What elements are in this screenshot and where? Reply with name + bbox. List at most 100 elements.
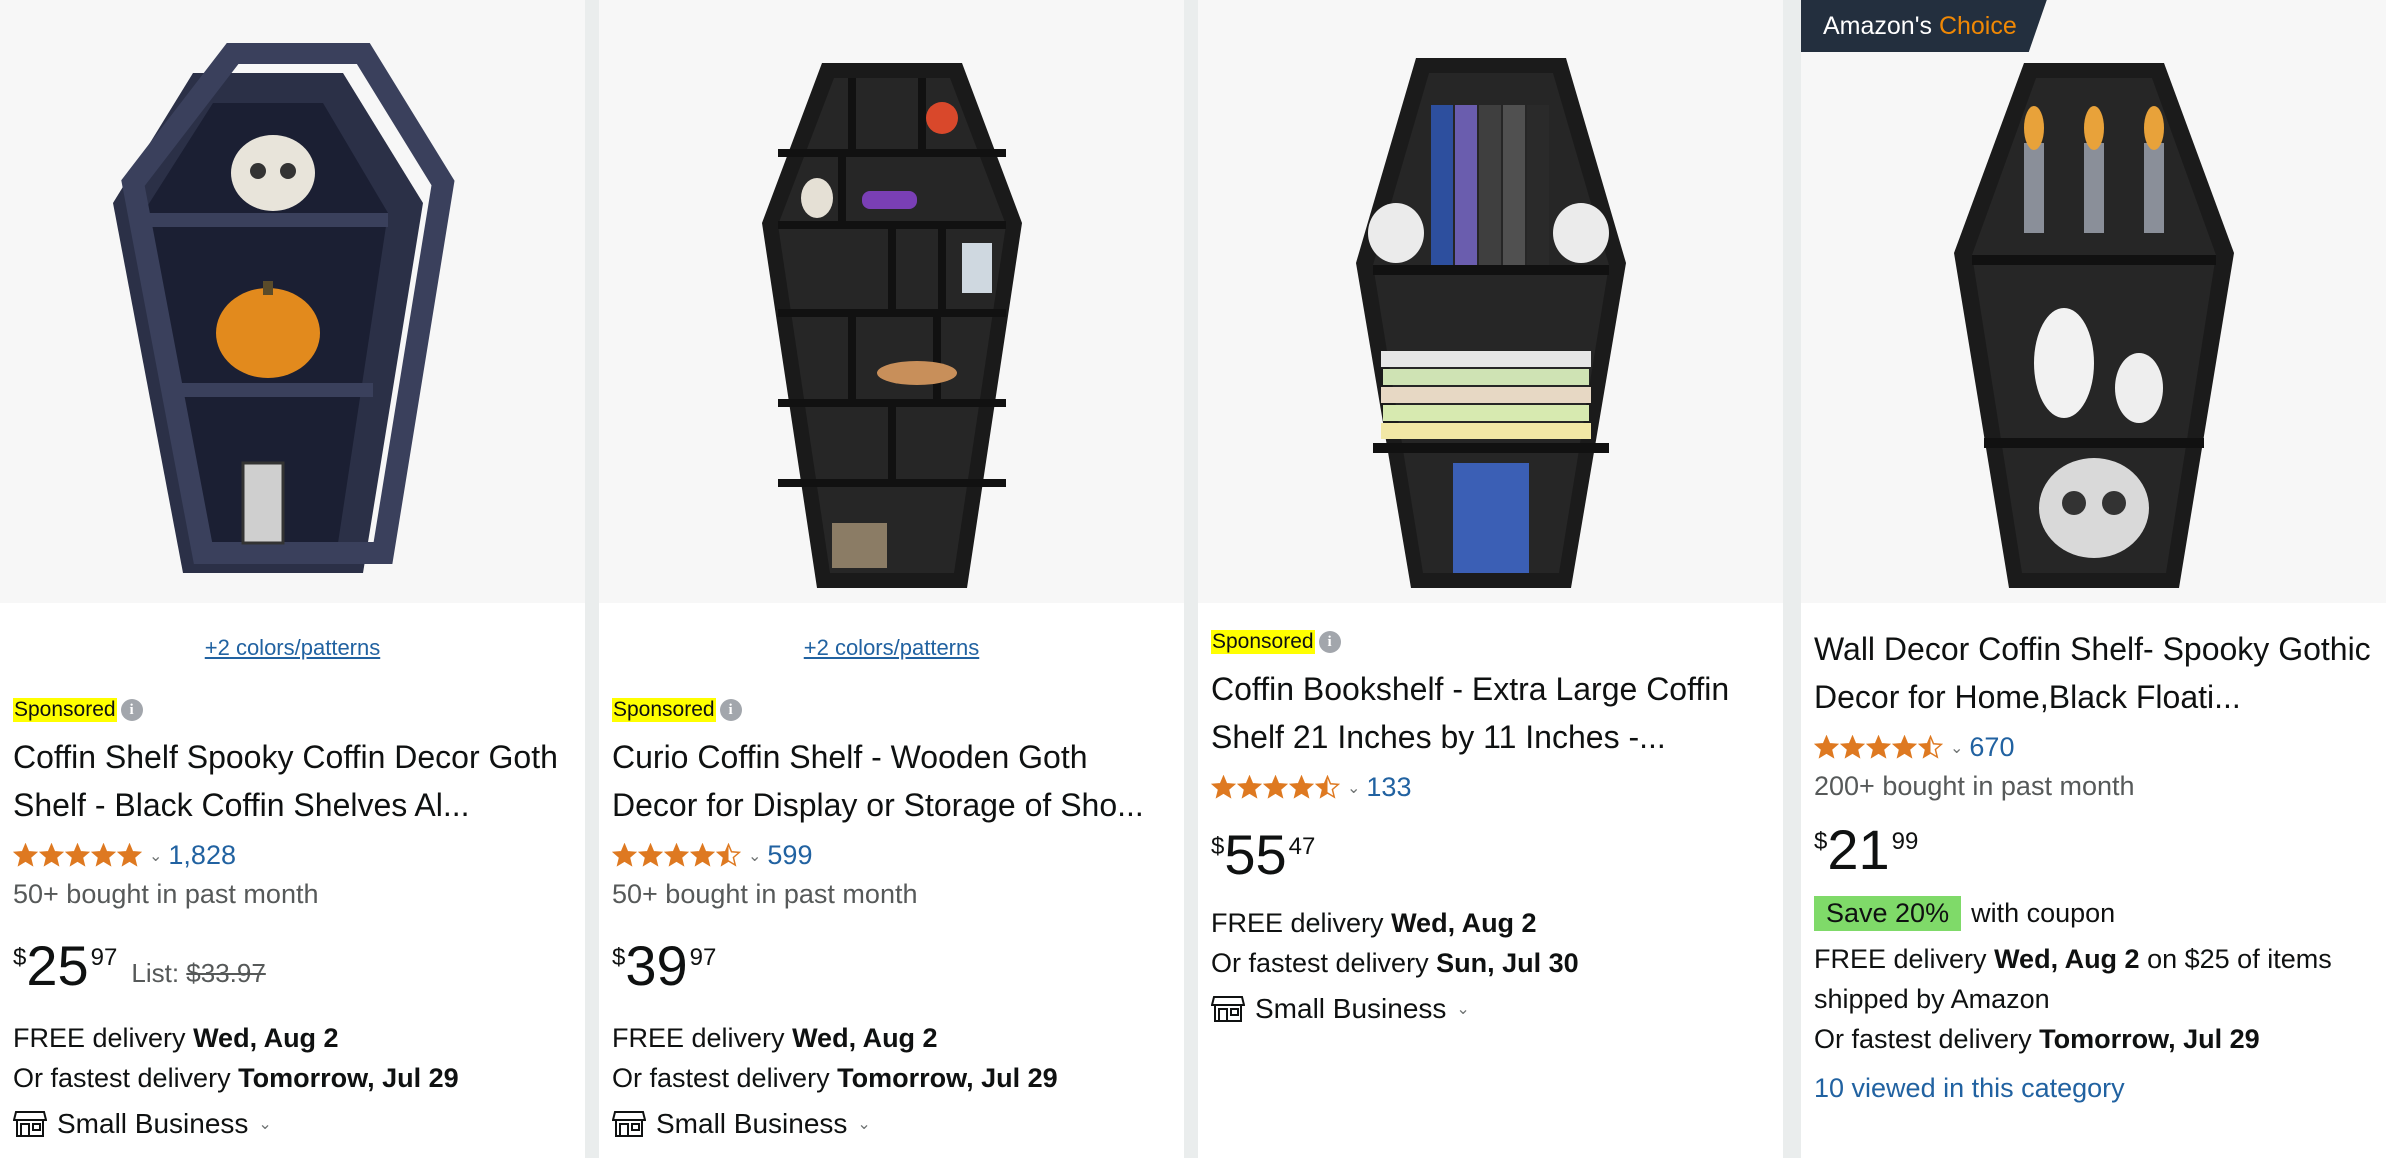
star-icon <box>1237 774 1262 799</box>
rating-count[interactable]: 133 <box>1366 772 1411 803</box>
price-symbol: $ <box>612 944 626 971</box>
fastest-date: Tomorrow, Jul 29 <box>837 1063 1058 1093</box>
product-title[interactable]: Coffin Shelf Spooky Coffin Decor Goth Sh… <box>13 733 572 829</box>
info-icon[interactable]: i <box>120 699 143 721</box>
price[interactable]: $ 55 47 <box>1211 825 1770 889</box>
star-icon <box>1315 774 1340 799</box>
product-title[interactable]: Curio Coffin Shelf - Wooden Goth Decor f… <box>612 733 1171 829</box>
badge-choice: Choice <box>1938 12 2017 40</box>
small-business-label: Small Business <box>57 1108 249 1139</box>
star-icon <box>65 842 90 867</box>
coupon[interactable]: Save 20% with coupon <box>1814 896 2373 931</box>
small-business-badge[interactable]: Small Business ⌄ <box>1211 993 1770 1025</box>
star-icon <box>612 842 637 867</box>
star-icon <box>664 842 689 867</box>
colors-patterns-link[interactable]: +2 colors/patterns <box>13 635 572 669</box>
star-icon <box>690 842 715 867</box>
rating-count[interactable]: 670 <box>1969 732 2014 763</box>
product-image[interactable] <box>1801 0 2386 603</box>
product-image[interactable] <box>0 0 585 603</box>
price-whole: 21 <box>1827 818 1890 881</box>
price[interactable]: $ 39 97 <box>612 936 1171 1000</box>
curio-coffin-shelf-image <box>761 63 1022 588</box>
sponsored-text: Sponsored <box>13 698 117 722</box>
coffin-shelf-navy-image <box>112 43 455 573</box>
wall-decor-coffin-shelf-image <box>1953 63 2234 588</box>
small-business-badge[interactable]: Small Business ⌄ <box>612 1108 1171 1140</box>
chevron-down-icon: ⌄ <box>857 1116 871 1133</box>
info-icon[interactable]: i <box>719 699 742 721</box>
price[interactable]: $ 21 99 <box>1814 820 2373 884</box>
rating-row: ⌄ 133 <box>1211 767 1770 807</box>
sponsored-label[interactable]: Sponsored i <box>1211 627 1770 657</box>
amazons-choice-badge[interactable]: Amazon's Choice <box>1801 0 2047 52</box>
delivery-date: Wed, Aug 2 <box>1994 944 2140 974</box>
grid-gutter <box>1184 0 1198 1158</box>
coupon-badge[interactable]: Save 20% <box>1814 896 1962 931</box>
price-symbol: $ <box>1211 833 1225 860</box>
delivery-date: Wed, Aug 2 <box>193 1023 339 1053</box>
price-symbol: $ <box>13 944 27 971</box>
product-image[interactable] <box>1198 0 1783 603</box>
product-title[interactable]: Coffin Bookshelf - Extra Large Coffin Sh… <box>1211 665 1770 761</box>
star-icon <box>638 842 663 867</box>
bought-in-past-month: 200+ bought in past month <box>1814 771 2135 801</box>
star-icon <box>1814 734 1839 759</box>
star-icon <box>1866 734 1891 759</box>
sponsored-label[interactable]: Sponsored i <box>13 695 572 725</box>
rating-row: ⌄ 599 <box>612 835 1171 875</box>
fastest-delivery-info: Or fastest delivery Tomorrow, Jul 29 <box>1814 1019 2373 1059</box>
delivery-date: Wed, Aug 2 <box>1391 908 1537 938</box>
star-icon <box>91 842 116 867</box>
fastest-date: Tomorrow, Jul 29 <box>2039 1024 2260 1054</box>
star-icon <box>13 842 38 867</box>
viewed-in-category[interactable]: 10 viewed in this category <box>1814 1073 2373 1104</box>
chevron-down-icon: ⌄ <box>258 1116 272 1133</box>
small-business-label: Small Business <box>656 1108 848 1139</box>
colors-patterns-link[interactable]: +2 colors/patterns <box>612 635 1171 669</box>
chevron-down-icon: ⌄ <box>1456 1001 1470 1018</box>
star-rating[interactable] <box>1211 774 1341 800</box>
product-card: +2 colors/patterns Sponsored i Coffin Sh… <box>0 0 585 1158</box>
product-card: Amazon's Choice Wall Decor Coffin Shelf-… <box>1801 0 2386 1158</box>
rating-count[interactable]: 599 <box>767 840 812 871</box>
star-rating[interactable] <box>13 842 143 868</box>
sponsored-text: Sponsored <box>1211 630 1315 654</box>
fastest-delivery-info: Or fastest delivery Sun, Jul 30 <box>1211 943 1770 983</box>
price-fraction: 99 <box>1891 828 1919 855</box>
star-rating[interactable] <box>1814 734 1944 760</box>
rating-count[interactable]: 1,828 <box>168 840 236 871</box>
price-fraction: 97 <box>689 944 717 971</box>
badge-prefix: Amazon's <box>1823 12 1932 40</box>
product-image[interactable] <box>599 0 1184 603</box>
chevron-down-icon[interactable]: ⌄ <box>1347 778 1360 797</box>
store-icon <box>1211 996 1245 1022</box>
chevron-down-icon[interactable]: ⌄ <box>1950 738 1963 757</box>
small-business-badge[interactable]: Small Business ⌄ <box>13 1108 572 1140</box>
star-rating[interactable] <box>612 842 742 868</box>
product-card: +2 colors/patterns Sponsored i Curio Cof… <box>599 0 1184 1158</box>
chevron-down-icon[interactable]: ⌄ <box>149 846 162 865</box>
info-icon[interactable]: i <box>1318 631 1341 653</box>
small-business-label: Small Business <box>1255 993 1447 1024</box>
coupon-text: with coupon <box>1971 898 2116 928</box>
delivery-info: FREE delivery Wed, Aug 2 <box>612 1018 1171 1058</box>
star-icon <box>117 842 142 867</box>
delivery-info: FREE delivery Wed, Aug 2 on $25 of items… <box>1814 939 2373 1019</box>
fastest-delivery-info: Or fastest delivery Tomorrow, Jul 29 <box>612 1058 1171 1098</box>
rating-row: ⌄ 670 <box>1814 727 2373 767</box>
delivery-prefix: FREE delivery <box>13 1023 186 1053</box>
fastest-prefix: Or fastest delivery <box>1211 948 1429 978</box>
star-icon <box>1263 774 1288 799</box>
price[interactable]: $ 25 97 List: $33.97 <box>13 936 572 1000</box>
delivery-info: FREE delivery Wed, Aug 2 <box>13 1018 572 1058</box>
star-icon <box>1918 734 1943 759</box>
product-title[interactable]: Wall Decor Coffin Shelf- Spooky Gothic D… <box>1814 625 2373 721</box>
list-price-value: $33.97 <box>186 958 266 988</box>
chevron-down-icon[interactable]: ⌄ <box>748 846 761 865</box>
bought-in-past-month: 50+ bought in past month <box>13 879 319 909</box>
delivery-prefix: FREE delivery <box>612 1023 785 1053</box>
price-whole: 55 <box>1224 823 1287 886</box>
fastest-delivery-info: Or fastest delivery Tomorrow, Jul 29 <box>13 1058 572 1098</box>
sponsored-label[interactable]: Sponsored i <box>612 695 1171 725</box>
